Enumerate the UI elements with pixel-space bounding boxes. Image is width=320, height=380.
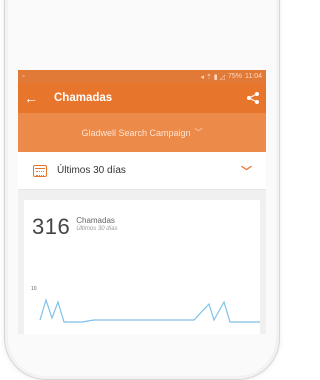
calls-summary-card: 316 Chamadas Últimos 30 días 10	[24, 200, 260, 334]
share-icon[interactable]	[246, 91, 260, 105]
status-bar: ▫ ◂ ⇡ ▮ ◿ 75% 11:04	[18, 70, 266, 83]
series-line	[39, 298, 260, 323]
y-axis-tick-label: 10	[31, 286, 37, 292]
arrow-left-icon[interactable]: ←	[24, 90, 42, 106]
chevron-down-icon: ﹀	[194, 128, 203, 137]
signal-icon: ◂ ⇡ ▮ ◿	[200, 73, 225, 81]
date-range-label: Últimos 30 días	[57, 165, 126, 176]
page-title: Chamadas	[54, 92, 113, 104]
kpi-period: Últimos 30 días	[76, 226, 118, 232]
calls-chart: 10	[24, 280, 260, 334]
clock: 11:04	[245, 73, 262, 80]
notification-icon: ▫	[22, 73, 25, 80]
date-range-selector[interactable]: Últimos 30 días ﹀	[18, 152, 266, 190]
app-bar: ← Chamadas	[18, 83, 266, 113]
battery-level: 75%	[227, 73, 242, 80]
kpi-block: 316 Chamadas Últimos 30 días	[32, 214, 118, 240]
kpi-label: Chamadas	[76, 216, 115, 225]
campaign-selector[interactable]: Gladwell Search Campaign ﹀	[18, 113, 266, 152]
kpi-value: 316	[32, 214, 71, 239]
calendar-icon	[33, 164, 47, 177]
campaign-name: Gladwell Search Campaign	[81, 127, 191, 138]
app-screen: ▫ ◂ ⇡ ▮ ◿ 75% 11:04 ← Chamadas Gladwell …	[18, 70, 266, 334]
chevron-down-icon: ﹀	[241, 165, 252, 178]
chart-lines	[39, 298, 260, 323]
